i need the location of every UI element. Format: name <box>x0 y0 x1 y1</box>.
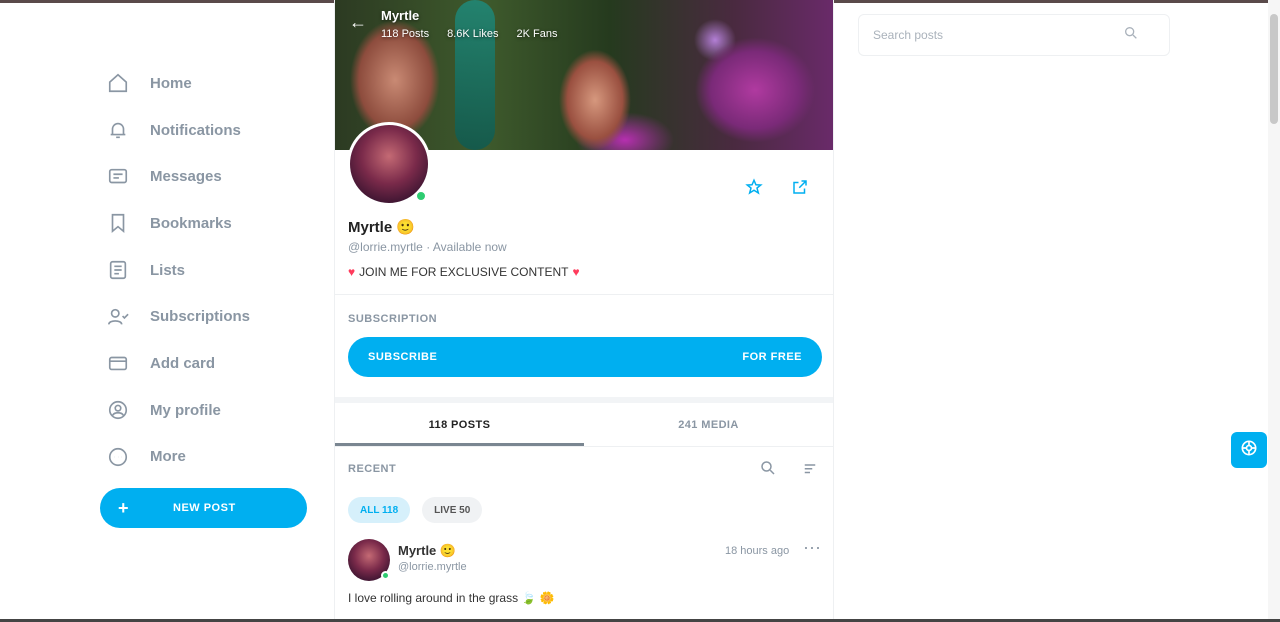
cover-hair-decoration <box>455 0 495 150</box>
sidebar-item-home[interactable]: Home <box>100 60 310 107</box>
heart-icon: ♥ <box>348 265 356 279</box>
sort-icon <box>801 464 819 481</box>
bio: ♥ JOIN ME FOR EXCLUSIVE CONTENT ♥ <box>348 265 580 279</box>
tab-posts[interactable]: 118 POSTS <box>335 403 584 446</box>
tab-media[interactable]: 241 MEDIA <box>584 403 833 446</box>
user-icon <box>106 398 130 422</box>
post-timestamp: 18 hours ago <box>725 545 790 557</box>
display-name: Myrtle 🙂 <box>348 219 416 236</box>
subscription-section: SUBSCRIPTION SUBSCRIBE FOR FREE <box>335 295 833 403</box>
search-posts-field[interactable] <box>858 14 1170 56</box>
sidebar-item-more[interactable]: More <box>100 434 310 481</box>
help-button[interactable] <box>1231 432 1267 468</box>
cover-stats: 118 Posts 8.6K Likes 2K Fans <box>381 28 557 40</box>
plus-icon: + <box>118 497 129 518</box>
bell-icon <box>106 118 130 142</box>
cover-name: Myrtle <box>381 8 420 23</box>
cover-stat-fans: 2K Fans <box>516 28 558 40</box>
filter-chip-all[interactable]: ALL 118 <box>348 497 411 523</box>
chat-icon <box>106 165 130 189</box>
sidebar: Home Notifications Messages Bookmarks Li… <box>100 60 310 528</box>
search-input[interactable] <box>873 28 1123 42</box>
favorite-button[interactable] <box>737 172 771 206</box>
sidebar-item-label: Subscriptions <box>150 308 251 326</box>
separator: · <box>426 240 433 254</box>
bio-text: JOIN ME FOR EXCLUSIVE CONTENT <box>359 265 569 279</box>
filter-chips: ALL 118 LIVE 50 <box>335 491 833 531</box>
recent-header: RECENT <box>335 447 833 491</box>
sidebar-item-label: Messages <box>150 168 222 186</box>
content-tabs: 118 POSTS 241 MEDIA <box>335 403 833 447</box>
sidebar-item-label: Bookmarks <box>150 214 232 232</box>
sidebar-item-bookmarks[interactable]: Bookmarks <box>100 200 310 247</box>
back-arrow-icon[interactable]: ← <box>349 12 367 33</box>
heart-icon: ♥ <box>572 265 580 279</box>
sidebar-item-messages[interactable]: Messages <box>100 153 310 200</box>
scrollbar-thumb[interactable] <box>1270 14 1278 124</box>
handle-line: @lorrie.myrtle · Available now <box>348 240 507 254</box>
sidebar-item-add-card[interactable]: Add card <box>100 340 310 387</box>
profile-header: Myrtle 🙂 @lorrie.myrtle · Available now … <box>335 122 833 295</box>
recent-title: RECENT <box>348 463 397 475</box>
list-icon <box>106 258 130 282</box>
new-post-button[interactable]: + NEW POST <box>100 488 307 528</box>
search-icon[interactable] <box>1123 25 1139 46</box>
subscribe-button[interactable]: SUBSCRIBE FOR FREE <box>348 337 822 377</box>
subscription-title: SUBSCRIPTION <box>348 313 438 325</box>
sidebar-item-label: Notifications <box>150 121 241 139</box>
sidebar-item-lists[interactable]: Lists <box>100 247 310 294</box>
post-text: I love rolling around in the grass 🍃 🌼 <box>348 591 555 605</box>
more-icon <box>106 445 130 469</box>
new-post-label: NEW POST <box>173 502 236 514</box>
username-handle: @lorrie.myrtle <box>348 240 423 254</box>
post-author-name[interactable]: Myrtle 🙂 <box>398 543 456 559</box>
cover-stat-posts: 118 Posts <box>381 28 430 40</box>
bookmark-icon <box>106 211 130 235</box>
online-status-dot <box>415 190 427 202</box>
subscribe-price: FOR FREE <box>742 351 802 363</box>
sort-button[interactable] <box>801 459 821 479</box>
post-more-icon[interactable]: ··· <box>803 537 821 558</box>
sidebar-item-my-profile[interactable]: My profile <box>100 387 310 434</box>
profile-main-column: ← Myrtle 118 Posts 8.6K Likes 2K Fans My… <box>334 0 834 622</box>
availability-status: Available now <box>432 240 507 254</box>
sidebar-item-label: Home <box>150 74 192 92</box>
cover-stat-likes: 8.6K Likes <box>447 28 499 40</box>
share-button[interactable] <box>783 172 817 206</box>
search-posts-button[interactable] <box>759 459 779 479</box>
sidebar-item-label: Add card <box>150 354 216 372</box>
filter-chip-live[interactable]: LIVE 50 <box>422 497 483 523</box>
lifebuoy-icon <box>1239 438 1259 463</box>
sidebar-item-subscriptions[interactable]: Subscriptions <box>100 293 310 340</box>
post-author-handle[interactable]: @lorrie.myrtle <box>398 561 467 573</box>
sidebar-item-label: More <box>150 448 186 466</box>
sidebar-item-label: Lists <box>150 261 186 279</box>
star-icon <box>745 177 763 201</box>
subscribe-label: SUBSCRIBE <box>368 351 438 363</box>
share-icon <box>791 178 809 201</box>
home-icon <box>106 71 130 95</box>
card-icon <box>106 351 130 375</box>
search-icon <box>759 461 777 481</box>
subscriptions-icon <box>106 305 130 329</box>
post-item: Myrtle 🙂 @lorrie.myrtle 18 hours ago ···… <box>335 531 833 621</box>
sidebar-item-label: My profile <box>150 401 221 419</box>
sidebar-item-notifications[interactable]: Notifications <box>100 107 310 154</box>
page-scrollbar[interactable] <box>1268 0 1280 622</box>
online-status-dot <box>381 571 390 580</box>
